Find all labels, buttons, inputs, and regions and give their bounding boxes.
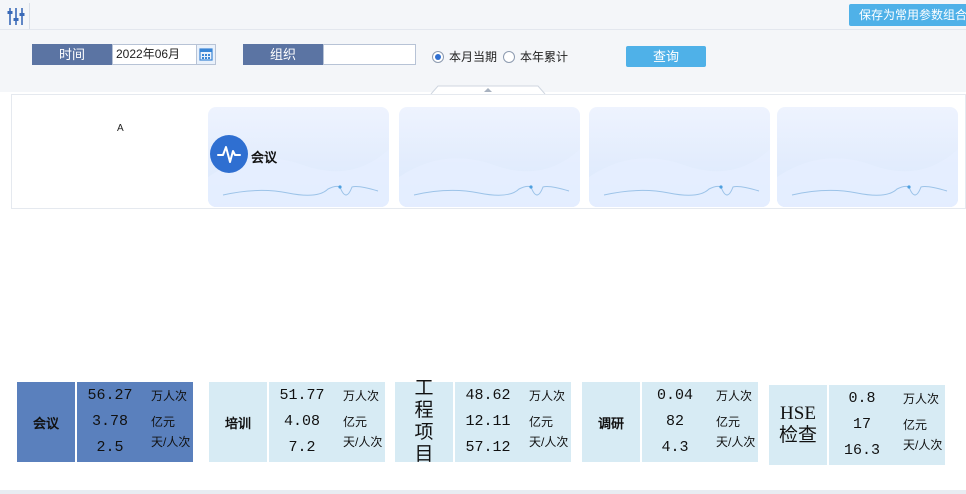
stat-value: 17 [829, 412, 895, 438]
stat-unit: 天/人次 [903, 439, 945, 451]
pulse-icon [210, 135, 248, 173]
stat-value: 57.12 [455, 435, 521, 461]
card-3[interactable] [589, 107, 770, 207]
stat-value: 12.11 [455, 409, 521, 435]
stat-label: 工程项目 [395, 382, 453, 462]
radio-current-month[interactable] [432, 51, 444, 63]
stat-unit: 天/人次 [343, 436, 385, 448]
stat-unit: 万人次 [343, 390, 385, 402]
stat-label: 调研 [582, 382, 640, 462]
bottom-divider [0, 490, 966, 494]
wave-decoration [589, 107, 770, 207]
stat-values: 0.8 万人次 17 亿元 16.3 天/人次 [829, 385, 945, 465]
stat-row: 17 亿元 [829, 412, 945, 438]
top-toolbar: 保存为常用参数组合 [0, 0, 966, 30]
radio-current-month-label[interactable]: 本月当期 [449, 50, 497, 64]
stat-value: 16.3 [829, 438, 895, 464]
stat-row: 3.78 亿元 [77, 409, 193, 435]
stat-value: 56.27 [77, 383, 143, 409]
calendar-icon[interactable] [196, 44, 216, 65]
stat-value: 2.5 [77, 435, 143, 461]
stat-unit: 亿元 [343, 416, 385, 428]
stray-char: A [117, 123, 124, 134]
filter-area: 时间 2022年06月 组织 本月当期 本年累计 查询 [0, 30, 966, 92]
stat-value: 7.2 [269, 435, 335, 461]
stat-value: 4.08 [269, 409, 335, 435]
stat-value: 48.62 [455, 383, 521, 409]
stat-row: 4.08 亿元 [269, 409, 385, 435]
stat-unit: 天/人次 [151, 436, 193, 448]
stat-value: 82 [642, 409, 708, 435]
stat-label: 会议 [17, 382, 75, 462]
card-2[interactable] [399, 107, 580, 207]
stat-row: 0.8 万人次 [829, 386, 945, 412]
stat-value: 0.8 [829, 386, 895, 412]
stat-row: 7.2 天/人次 [269, 435, 385, 461]
stat-unit: 亿元 [151, 416, 193, 428]
stat-row: 56.27 万人次 [77, 383, 193, 409]
stat-unit: 万人次 [529, 390, 571, 402]
stat-row: 2.5 天/人次 [77, 435, 193, 461]
stat-values: 48.62 万人次 12.11 亿元 57.12 天/人次 [455, 382, 571, 462]
stat-row: 51.77 万人次 [269, 383, 385, 409]
stat-values: 0.04 万人次 82 亿元 4.3 天/人次 [642, 382, 758, 462]
stat-row: 48.62 万人次 [455, 383, 571, 409]
stat-unit: 天/人次 [716, 436, 758, 448]
radio-year-total[interactable] [503, 51, 515, 63]
stat-row: 57.12 天/人次 [455, 435, 571, 461]
stat-label: HSE检查 [769, 385, 827, 465]
stat-value: 4.3 [642, 435, 708, 461]
wave-decoration [777, 107, 958, 207]
org-label: 组织 [243, 44, 323, 65]
stat-unit: 亿元 [529, 416, 571, 428]
card-4[interactable] [777, 107, 958, 207]
save-params-button[interactable]: 保存为常用参数组合 [849, 4, 966, 26]
stat-value: 3.78 [77, 409, 143, 435]
stat-row: 0.04 万人次 [642, 383, 758, 409]
summary-cards-panel: A 会议 [11, 94, 966, 209]
sliders-icon[interactable] [2, 3, 30, 29]
stat-unit: 亿元 [716, 416, 758, 428]
stat-row: 4.3 天/人次 [642, 435, 758, 461]
radio-year-total-label[interactable]: 本年累计 [520, 50, 568, 64]
stat-row: 16.3 天/人次 [829, 438, 945, 464]
stat-unit: 万人次 [903, 393, 945, 405]
stat-row: 12.11 亿元 [455, 409, 571, 435]
stat-unit: 万人次 [716, 390, 758, 402]
wave-decoration [399, 107, 580, 207]
org-input[interactable] [323, 44, 416, 65]
stat-values: 51.77 万人次 4.08 亿元 7.2 天/人次 [269, 382, 385, 462]
card-title: 会议 [251, 147, 277, 166]
stat-unit: 亿元 [903, 419, 945, 431]
stat-unit: 万人次 [151, 390, 193, 402]
stat-values: 56.27 万人次 3.78 亿元 2.5 天/人次 [77, 382, 193, 462]
query-button[interactable]: 查询 [626, 46, 706, 67]
stat-unit: 天/人次 [529, 436, 571, 448]
card-meeting[interactable]: 会议 [208, 107, 389, 207]
caret-up-icon[interactable] [430, 83, 546, 92]
time-label: 时间 [32, 44, 112, 65]
stat-row: 82 亿元 [642, 409, 758, 435]
stat-value: 51.77 [269, 383, 335, 409]
stat-label: 培训 [209, 382, 267, 462]
stat-value: 0.04 [642, 383, 708, 409]
